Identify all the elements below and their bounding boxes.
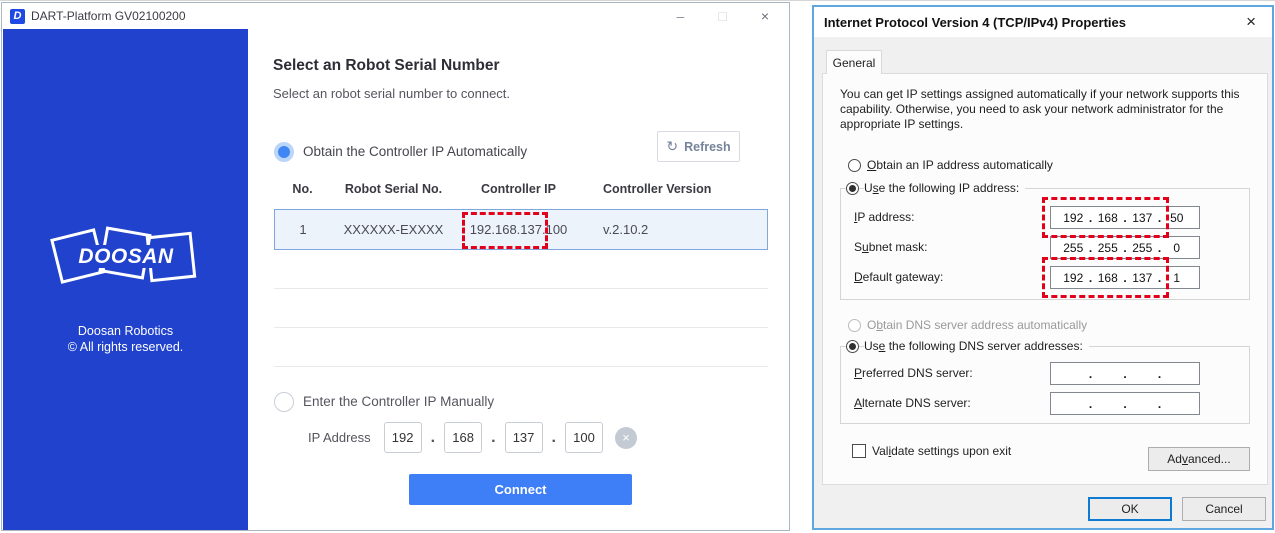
octet: 192 bbox=[1059, 211, 1088, 225]
column-header-serial: Robot Serial No. bbox=[331, 182, 456, 200]
ip-address-label: IP address: bbox=[854, 210, 915, 224]
ip-address-field[interactable]: 192. 168. 137. 50 bbox=[1050, 206, 1200, 229]
radio-use-following-dns-label: Use the following DNS server addresses: bbox=[864, 339, 1089, 353]
octet: 50 bbox=[1163, 211, 1192, 225]
validate-settings-checkbox[interactable] bbox=[852, 444, 866, 458]
radio-use-following-ip[interactable] bbox=[846, 182, 859, 195]
doosan-sidebar: DOOSAN Doosan Robotics © All rights rese… bbox=[3, 29, 248, 530]
refresh-button-label: Refresh bbox=[684, 140, 731, 154]
octet: 255 bbox=[1128, 241, 1157, 255]
empty-row-divider bbox=[274, 327, 768, 328]
radio-use-following-dns[interactable] bbox=[846, 340, 859, 353]
radio-obtain-dns-automatically bbox=[848, 319, 861, 332]
ip-dot: . bbox=[431, 429, 435, 447]
dialog-titlebar[interactable]: Internet Protocol Version 4 (TCP/IPv4) P… bbox=[814, 7, 1272, 37]
ip-octet-input-2[interactable]: 168 bbox=[444, 422, 482, 453]
radio-obtain-ip-auto[interactable] bbox=[274, 142, 294, 162]
dart-window-title: DART-Platform GV02100200 bbox=[31, 9, 186, 23]
radio-enter-ip-manually-label: Enter the Controller IP Manually bbox=[303, 394, 494, 409]
alternate-dns-label: Alternate DNS server: bbox=[854, 396, 971, 410]
subnet-mask-field[interactable]: 255. 255. 255. 0 bbox=[1050, 236, 1200, 259]
screenshot-stage: D DART-Platform GV02100200 – □ × DOOSAN … bbox=[0, 0, 1275, 533]
radio-obtain-ip-auto-label: Obtain the Controller IP Automatically bbox=[303, 144, 527, 159]
ip-dot: . bbox=[491, 429, 495, 447]
close-icon[interactable]: × bbox=[1240, 12, 1262, 32]
sidebar-company-name: Doosan Robotics bbox=[3, 324, 248, 338]
octet: 137 bbox=[1128, 211, 1157, 225]
ip-octet-input-3[interactable]: 137 bbox=[505, 422, 543, 453]
refresh-icon: ↻ bbox=[666, 138, 678, 155]
radio-obtain-ip-automatically[interactable] bbox=[848, 159, 861, 172]
dart-titlebar[interactable]: D DART-Platform GV02100200 – □ × bbox=[2, 3, 789, 29]
doosan-logo-text: DOOSAN bbox=[76, 245, 175, 268]
row-no: 1 bbox=[275, 222, 331, 237]
robot-table-row[interactable]: 1 XXXXXX-EXXXX 192.168.137.100 v.2.10.2 bbox=[274, 209, 768, 250]
empty-row-divider bbox=[274, 288, 768, 289]
tab-general[interactable]: General bbox=[826, 50, 882, 74]
default-gateway-field[interactable]: 192. 168. 137. 1 bbox=[1050, 266, 1200, 289]
minimize-icon[interactable]: – bbox=[677, 8, 685, 24]
preferred-dns-label: Preferred DNS server: bbox=[854, 366, 973, 380]
tcpip-properties-dialog: Internet Protocol Version 4 (TCP/IPv4) P… bbox=[812, 5, 1274, 530]
radio-use-following-ip-label: Use the following IP address: bbox=[864, 181, 1025, 195]
refresh-button[interactable]: ↻ Refresh bbox=[657, 131, 740, 162]
radio-enter-ip-manually[interactable] bbox=[274, 392, 294, 412]
octet: 255 bbox=[1094, 241, 1123, 255]
octet: 1 bbox=[1163, 271, 1192, 285]
alternate-dns-field[interactable]: . . . bbox=[1050, 392, 1200, 415]
validate-settings-label: Validate settings upon exit bbox=[872, 444, 1011, 458]
ip-dot: . bbox=[552, 429, 556, 447]
column-header-no: No. bbox=[274, 182, 331, 200]
octet: 0 bbox=[1163, 241, 1192, 255]
clear-ip-icon[interactable]: × bbox=[615, 427, 637, 449]
octet: 168 bbox=[1094, 211, 1123, 225]
row-controller-version: v.2.10.2 bbox=[581, 222, 767, 237]
dart-platform-window: D DART-Platform GV02100200 – □ × DOOSAN … bbox=[1, 2, 790, 531]
column-header-controller-version: Controller Version bbox=[581, 182, 768, 200]
close-icon[interactable]: × bbox=[761, 8, 769, 24]
octet: 192 bbox=[1059, 271, 1088, 285]
ip-address-label: IP Address bbox=[308, 430, 371, 445]
octet: 255 bbox=[1059, 241, 1088, 255]
page-subtitle: Select an robot serial number to connect… bbox=[273, 86, 510, 101]
default-gateway-label: Default gateway: bbox=[854, 270, 943, 284]
manual-ip-entry: IP Address 192 . 168 . 137 . 100 × bbox=[308, 422, 637, 453]
connect-button[interactable]: Connect bbox=[409, 474, 632, 505]
row-ip-suffix: .100 bbox=[542, 222, 567, 237]
advanced-button[interactable]: Advanced... bbox=[1148, 447, 1250, 471]
empty-row-divider bbox=[274, 366, 768, 367]
cancel-button[interactable]: Cancel bbox=[1182, 497, 1266, 521]
row-serial: XXXXXX-EXXXX bbox=[331, 222, 456, 237]
ip-octet-input-1[interactable]: 192 bbox=[384, 422, 422, 453]
dialog-description: You can get IP settings assigned automat… bbox=[840, 87, 1248, 132]
octet: 168 bbox=[1094, 271, 1123, 285]
dart-app-icon: D bbox=[10, 9, 25, 24]
dialog-title: Internet Protocol Version 4 (TCP/IPv4) P… bbox=[824, 15, 1126, 30]
octet: 137 bbox=[1128, 271, 1157, 285]
maximize-icon[interactable]: □ bbox=[718, 8, 726, 24]
page-title: Select an Robot Serial Number bbox=[273, 57, 500, 75]
doosan-logo: DOOSAN bbox=[55, 227, 197, 287]
preferred-dns-field[interactable]: . . . bbox=[1050, 362, 1200, 385]
column-header-controller-ip: Controller IP bbox=[456, 182, 581, 200]
radio-obtain-dns-automatically-label: Obtain DNS server address automatically bbox=[867, 318, 1087, 332]
row-controller-ip: 192.168.137.100 bbox=[456, 222, 581, 237]
ip-octet-input-4[interactable]: 100 bbox=[565, 422, 603, 453]
robot-table-header: No. Robot Serial No. Controller IP Contr… bbox=[274, 182, 768, 200]
subnet-mask-label: Subnet mask: bbox=[854, 240, 927, 254]
sidebar-copyright: © All rights reserved. bbox=[3, 340, 248, 354]
row-ip-prefix: 192.168.137 bbox=[470, 222, 542, 237]
radio-obtain-ip-automatically-label: Obtain an IP address automatically bbox=[867, 158, 1053, 172]
ok-button[interactable]: OK bbox=[1088, 497, 1172, 521]
